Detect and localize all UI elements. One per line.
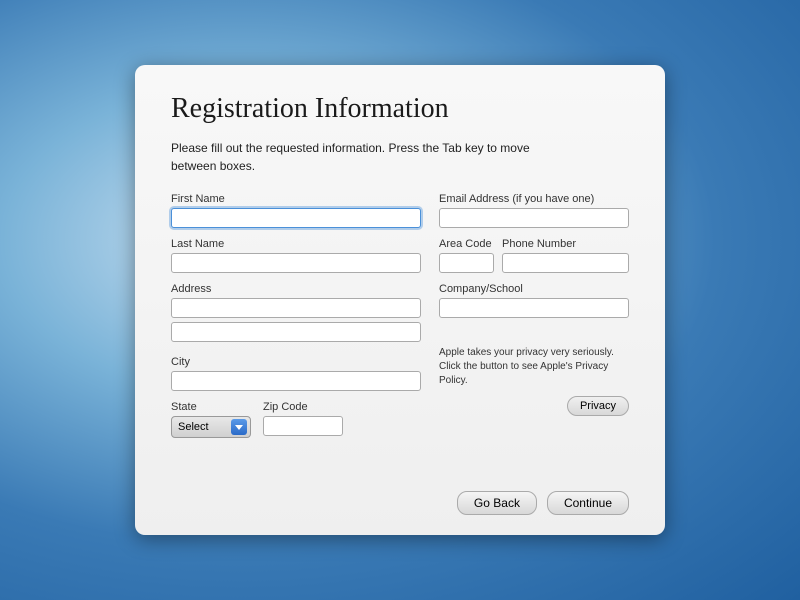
company-input[interactable] [439, 298, 629, 318]
area-code-input[interactable] [439, 253, 494, 273]
phone-label: Phone Number [502, 238, 629, 250]
city-group: City [171, 356, 421, 391]
area-code-label: Area Code [439, 238, 494, 250]
area-phone-row: Area Code Phone Number [439, 238, 629, 273]
last-name-input[interactable] [171, 253, 421, 273]
zip-group: Zip Code [263, 401, 343, 436]
state-group: State SelectALAKAZARCACOCTDEFLGAHIIDILIN… [171, 401, 251, 438]
left-column: First Name Last Name Address City State [171, 193, 421, 448]
company-group: Company/School [439, 283, 629, 318]
email-label: Email Address (if you have one) [439, 193, 629, 205]
page-title: Registration Information [171, 93, 629, 125]
company-label: Company/School [439, 283, 629, 295]
go-back-button[interactable]: Go Back [457, 491, 537, 515]
address-line1-input[interactable] [171, 298, 421, 318]
zip-label: Zip Code [263, 401, 343, 413]
right-column: Email Address (if you have one) Area Cod… [439, 193, 629, 448]
phone-group: Phone Number [502, 238, 629, 273]
registration-panel: Registration Information Please fill out… [135, 65, 665, 535]
state-select[interactable]: SelectALAKAZARCACOCTDEFLGAHIIDILINIAKSKY… [171, 416, 251, 438]
city-label: City [171, 356, 421, 368]
state-select-wrapper: SelectALAKAZARCACOCTDEFLGAHIIDILINIAKSKY… [171, 416, 251, 438]
email-group: Email Address (if you have one) [439, 193, 629, 228]
phone-input[interactable] [502, 253, 629, 273]
privacy-description: Apple takes your privacy very seriously.… [439, 346, 629, 388]
first-name-input[interactable] [171, 208, 421, 228]
instructions-text: Please fill out the requested informatio… [171, 139, 541, 175]
email-input[interactable] [439, 208, 629, 228]
last-name-label: Last Name [171, 238, 421, 250]
state-label: State [171, 401, 251, 413]
continue-button[interactable]: Continue [547, 491, 629, 515]
form-body: First Name Last Name Address City State [171, 193, 629, 448]
area-code-group: Area Code [439, 238, 494, 273]
zip-input[interactable] [263, 416, 343, 436]
state-zip-row: State SelectALAKAZARCACOCTDEFLGAHIIDILIN… [171, 401, 421, 448]
privacy-section: Apple takes your privacy very seriously.… [439, 346, 629, 416]
address-label: Address [171, 283, 421, 295]
first-name-label: First Name [171, 193, 421, 205]
privacy-button[interactable]: Privacy [567, 396, 629, 416]
city-input[interactable] [171, 371, 421, 391]
address-line2-input[interactable] [171, 322, 421, 342]
bottom-buttons: Go Back Continue [457, 491, 629, 515]
last-name-group: Last Name [171, 238, 421, 273]
address-group: Address [171, 283, 421, 346]
first-name-group: First Name [171, 193, 421, 228]
